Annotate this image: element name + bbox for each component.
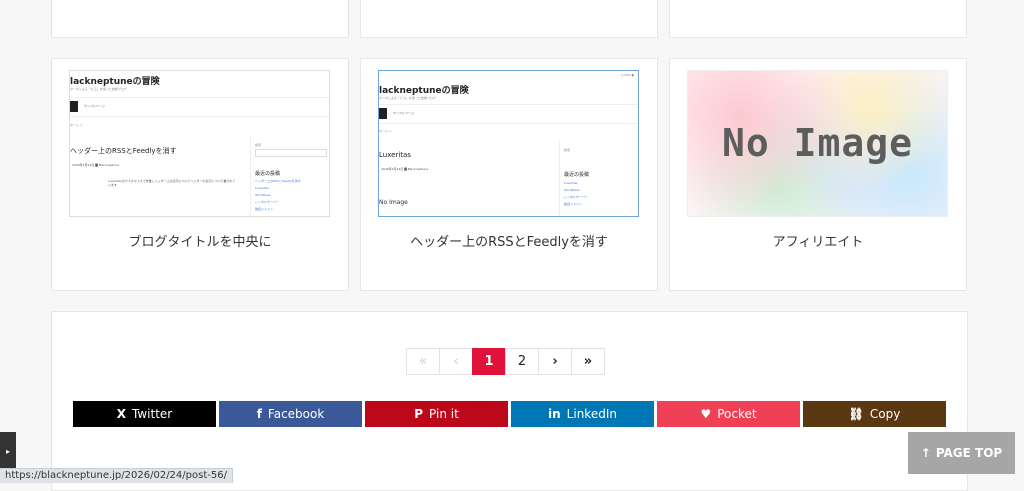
thumb-nav: サンプルページ xyxy=(70,97,329,117)
copy-link-button[interactable]: ⛓ Copy xyxy=(803,401,946,427)
pinterest-icon: P xyxy=(414,407,424,421)
pagination: « ‹ 1 2 › » xyxy=(406,348,605,375)
page-2-button[interactable]: 2 xyxy=(505,348,539,375)
prev-page-button[interactable]: ‹ xyxy=(439,348,473,375)
thumb-breadcrumb: ホーム ＞ xyxy=(70,123,83,127)
facebook-icon: f xyxy=(256,407,262,421)
thumb-side-label: 検索 xyxy=(564,148,571,152)
no-image-thumbnail[interactable]: No Image xyxy=(687,70,948,217)
thumb-side-link: 独自ドメイン xyxy=(564,202,583,206)
linkedin-icon: in xyxy=(548,407,561,421)
facebook-share-button[interactable]: f Facebook xyxy=(219,401,362,427)
thumb-sidebar: 検索 最近の投稿 Luxeritas WordPress レンタルサーバー 独自… xyxy=(559,141,638,216)
thumb-side-link: レンタルサーバー xyxy=(564,195,588,199)
thumb-nav-block xyxy=(70,101,78,112)
sidebar-toggle-button[interactable]: ▸ xyxy=(0,432,16,470)
post-card[interactable]: lackneptuneの冒険 ターボとよる「たる」を使った技術ブログ サンプルペ… xyxy=(51,58,349,291)
linkedin-share-button[interactable]: in LinkedIn xyxy=(511,401,654,427)
thumb-nav-block xyxy=(379,108,387,119)
next-page-button[interactable]: › xyxy=(538,348,572,375)
pocket-share-button[interactable]: ♥ Pocket xyxy=(657,401,800,427)
twitter-share-button[interactable]: X Twitter xyxy=(73,401,216,427)
facebook-label: Facebook xyxy=(267,407,325,421)
thumb-nav-text: サンプルページ xyxy=(393,111,414,115)
twitter-label: Twitter xyxy=(132,407,173,421)
post-card-top-3[interactable] xyxy=(669,0,967,38)
copy-label: Copy xyxy=(869,407,901,421)
thumb-blog-title: lackneptuneの冒険 xyxy=(379,86,469,96)
page-top-button[interactable]: ↑ PAGE TOP xyxy=(908,432,1015,474)
thumb-side-link: Luxeritas xyxy=(564,181,578,185)
thumb-side-heading: 最近の投稿 xyxy=(564,172,590,178)
play-arrow-icon: ▸ xyxy=(5,446,10,456)
post-card-title[interactable]: ブログタイトルを中央に xyxy=(52,231,348,250)
page-1-button[interactable]: 1 xyxy=(472,348,506,375)
thumb-side-search xyxy=(255,149,327,157)
thumb-sidebar: 検索 最近の投稿 ヘッダー上のRSSとFeedlyを消す Luxeritas W… xyxy=(250,136,329,216)
link-icon: ⛓ xyxy=(848,407,864,421)
status-bar-url: https://blackneptune.jp/2026/02/24/post-… xyxy=(0,468,233,483)
thumb-subtitle: ターボとよる「たる」を使った技術ブログ xyxy=(70,87,127,91)
thumb-side-link: WordPress xyxy=(564,188,580,192)
pocket-icon: ♥ xyxy=(700,407,712,421)
thumb-nav: サンプルページ xyxy=(379,104,638,124)
post-card-top-1[interactable] xyxy=(51,0,349,38)
post-thumbnail[interactable]: lackneptuneの冒険 ターボとよる「たる」を使った技術ブログ サンプルペ… xyxy=(69,70,330,217)
thumb-meta: 2026年2月24日 ▇ Blackneptune xyxy=(72,163,120,167)
thumb-breadcrumb: ホーム ＞ xyxy=(379,129,392,133)
post-card-title[interactable]: アフィリエイト xyxy=(670,231,966,250)
thumb-post-title: ヘッダー上のRSSとFeedlyを消す xyxy=(70,147,177,155)
thumb-side-link: WordPress xyxy=(255,193,271,197)
first-page-button[interactable]: « xyxy=(406,348,440,375)
page-top-label: PAGE TOP xyxy=(935,446,1003,460)
thumb-side-heading: 最近の投稿 xyxy=(255,171,281,177)
thumb-side-link: レンタルサーバー xyxy=(255,200,279,204)
linkedin-label: LinkedIn xyxy=(566,407,617,421)
thumb-side-label: 検索 xyxy=(255,143,262,147)
pinterest-label: Pin it xyxy=(429,407,459,421)
thumb-side-link: Luxeritas xyxy=(255,186,269,190)
last-page-button[interactable]: » xyxy=(571,348,605,375)
pocket-label: Pocket xyxy=(717,407,757,421)
thumb-toolbar: ◎ RSS ● xyxy=(620,73,634,77)
pinterest-share-button[interactable]: P Pin it xyxy=(365,401,508,427)
thumb-noimage-text: No Image xyxy=(379,199,408,206)
post-card-title[interactable]: ヘッダー上のRSSとFeedlyを消す xyxy=(361,231,657,250)
no-image-label: No Image xyxy=(721,121,914,165)
arrow-up-icon: ↑ xyxy=(920,446,931,460)
thumb-nav-text: サンプルページ xyxy=(84,104,105,108)
thumb-subtitle: ターボとよる「たる」を使った技術ブログ xyxy=(379,96,436,100)
thumb-post-title: Luxeritas xyxy=(379,151,411,159)
thumb-body: Luxeritasのカスタマイズで作業しヘッダー上の表示についてヘッダーの表示に… xyxy=(108,179,236,187)
post-card[interactable]: No Image アフィリエイト xyxy=(669,58,967,291)
post-card[interactable]: ◎ RSS ● lackneptuneの冒険 ターボとよる「たる」を使った技術ブ… xyxy=(360,58,658,291)
x-icon: X xyxy=(116,407,127,421)
post-card-top-2[interactable] xyxy=(360,0,658,38)
thumb-side-link: 独自ドメイン xyxy=(255,207,274,211)
thumb-side-link: ヘッダー上のRSSとFeedlyを消す xyxy=(255,179,301,183)
post-thumbnail[interactable]: ◎ RSS ● lackneptuneの冒険 ターボとよる「たる」を使った技術ブ… xyxy=(378,70,639,217)
pagination-share-panel: « ‹ 1 2 › » X Twitter f Facebook P Pin i… xyxy=(51,311,968,491)
thumb-meta: 2026年2月24日 ▇ Blackneptune xyxy=(381,167,429,171)
share-buttons: X Twitter f Facebook P Pin it in LinkedI… xyxy=(73,401,946,427)
thumb-blog-title: lackneptuneの冒険 xyxy=(70,77,160,87)
